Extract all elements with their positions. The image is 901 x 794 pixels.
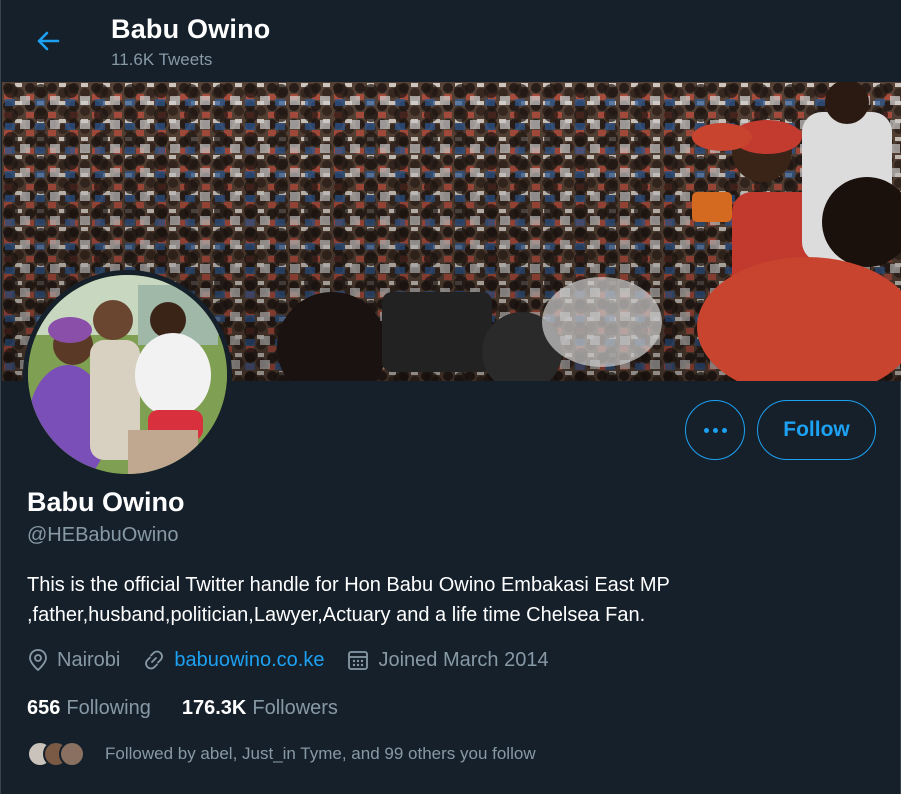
followers-label: Followers [252, 696, 338, 719]
website-link[interactable]: babuowino.co.ke [174, 649, 324, 672]
back-button[interactable] [29, 22, 67, 60]
profile-header: Babu Owino 11.6K Tweets [1, 0, 901, 82]
profile-name: Babu Owino [27, 487, 185, 517]
join-date-label: Joined March 2014 [378, 648, 549, 671]
more-options-button[interactable] [685, 400, 745, 460]
profile-handle: @HEBabuOwino [27, 524, 179, 546]
following-link[interactable]: 656 Following [27, 697, 151, 720]
follower-avatar [59, 741, 85, 767]
ellipsis-icon [712, 427, 718, 433]
location: Nairobi [27, 648, 120, 672]
bio-line: ,father,husband,politician,Lawyer,Actuar… [27, 604, 646, 626]
profile-avatar[interactable] [23, 270, 232, 479]
website: babuowino.co.ke [142, 648, 324, 672]
ellipsis-icon [703, 427, 709, 433]
following-count: 656 [27, 696, 61, 719]
profile-page: Babu Owino 11.6K Tweets Follow Babu Owin… [0, 0, 901, 794]
header-title: Babu Owino [111, 14, 271, 44]
join-date: Joined March 2014 [346, 648, 549, 672]
link-icon [145, 650, 164, 670]
location-pin-icon [29, 649, 47, 672]
avatar-image [28, 275, 227, 474]
location-label: Nairobi [57, 648, 121, 671]
followers-count: 176.3K [181, 696, 247, 719]
arrow-left-icon [37, 31, 60, 51]
followers-link[interactable]: 176.3K Followers [182, 697, 338, 720]
following-label: Following [66, 696, 151, 719]
calendar-icon [348, 651, 369, 670]
follow-button[interactable]: Follow [757, 400, 876, 460]
followed-by[interactable]: Followed by abel, Just_in Tyme, and 99 o… [27, 738, 536, 770]
profile-stats: 656 Following 176.3K Followers [27, 693, 369, 723]
bio-line: This is the official Twitter handle for … [27, 574, 670, 596]
ellipsis-icon [721, 427, 727, 433]
followed-by-text: Followed by abel, Just_in Tyme, and 99 o… [105, 744, 536, 763]
tweet-count: 11.6K Tweets [111, 50, 213, 69]
profile-bio: This is the official Twitter handle for … [27, 570, 877, 630]
profile-meta: Nairobi babuowino.co.ke Joined March 201… [27, 645, 571, 675]
